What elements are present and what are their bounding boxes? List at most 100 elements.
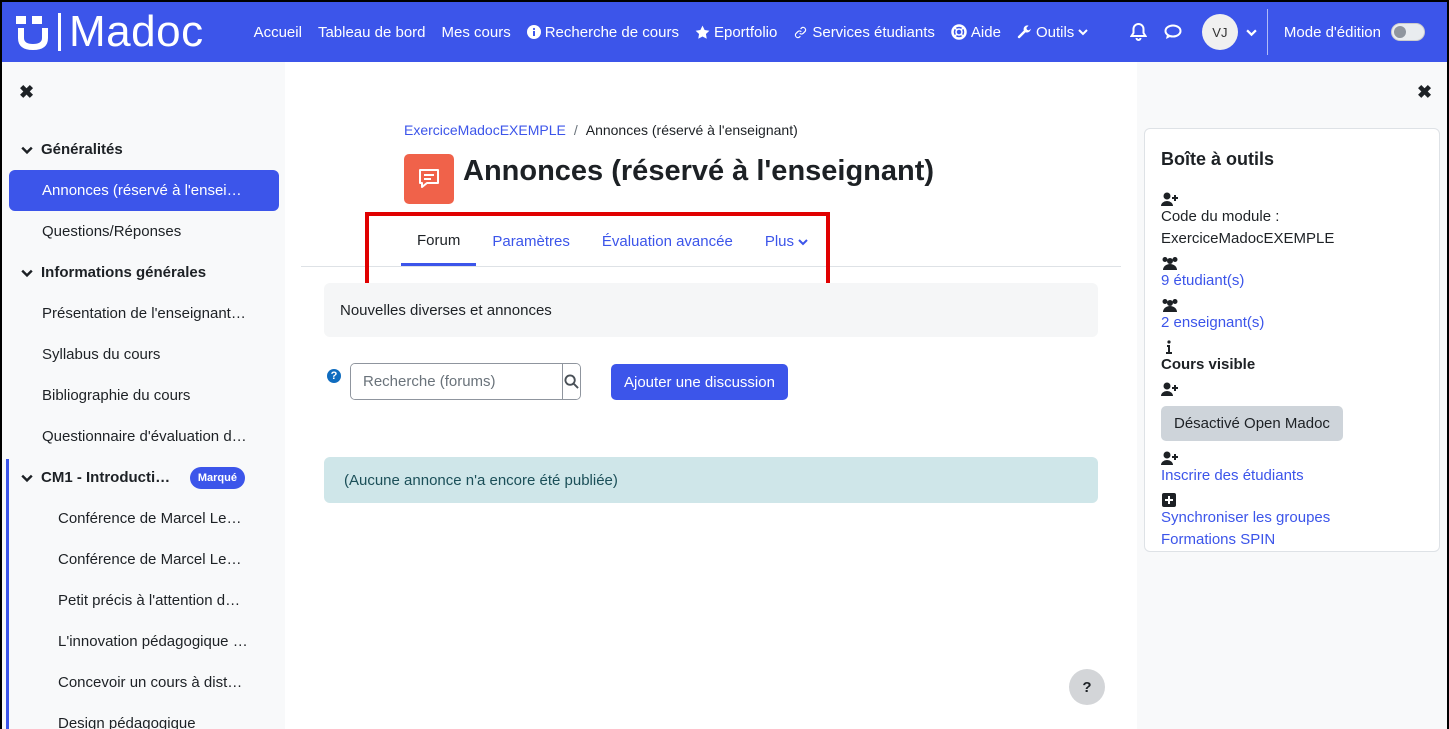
- edit-mode-toggle[interactable]: [1391, 23, 1425, 41]
- nav-accueil[interactable]: Accueil: [246, 24, 310, 41]
- user-plus-icon: [1161, 192, 1178, 206]
- help-question-icon[interactable]: ?: [327, 369, 341, 383]
- item-label: Syllabus du cours: [42, 346, 161, 363]
- item-label: Questionnaire d'évaluation du cours: [42, 428, 247, 445]
- course-index-item-questionnaire[interactable]: Questionnaire d'évaluation du cours: [9, 416, 279, 457]
- user-avatar[interactable]: VJ: [1201, 14, 1238, 50]
- help-fab-button[interactable]: ?: [1069, 669, 1105, 705]
- item-label: Annonces (réservé à l'enseignant): [42, 182, 247, 199]
- course-index-item-conference-1[interactable]: Conférence de Marcel Lebrun: [9, 498, 279, 539]
- notifications-bell-icon[interactable]: [1129, 22, 1149, 42]
- students-link[interactable]: 9 étudiant(s): [1161, 270, 1423, 292]
- item-label: Présentation de l'enseignant responsable: [42, 305, 247, 322]
- section-cm1[interactable]: CM1 - Introduction Marqué: [9, 457, 279, 498]
- course-visibility-status: Cours visible: [1161, 356, 1256, 373]
- madoc-logo[interactable]: Madoc: [16, 2, 204, 62]
- open-madoc-button[interactable]: Désactivé Open Madoc: [1161, 406, 1343, 441]
- chevron-down-icon: [1078, 29, 1089, 36]
- logo-mark-icon: [16, 16, 48, 50]
- info-icon: [1166, 340, 1172, 354]
- block-drawer: ✖ Boîte à outils Code du module : Exerci…: [1137, 62, 1447, 729]
- nav-eportfolio[interactable]: Eportfolio: [687, 24, 785, 41]
- nav-label: Mes cours: [441, 23, 511, 41]
- edit-mode-label: Mode d'édition: [1283, 23, 1381, 41]
- item-label: Petit précis à l'attention des enseignan…: [58, 592, 248, 609]
- chevron-down-icon[interactable]: [21, 472, 33, 484]
- breadcrumb-course-link[interactable]: ExerciceMadocEXEMPLE: [404, 122, 566, 138]
- logo-separator: [58, 13, 61, 51]
- toolbox-title: Boîte à outils: [1161, 149, 1275, 169]
- nav-label: Accueil: [253, 23, 302, 41]
- add-discussion-button[interactable]: Ajouter une discussion: [611, 364, 788, 400]
- item-label: Concevoir un cours à distance: [58, 674, 248, 691]
- breadcrumb-separator: /: [573, 122, 578, 138]
- nav-label: Recherche de cours: [544, 23, 679, 41]
- item-label: Questions/Réponses: [42, 223, 182, 240]
- nav-label: Tableau de bord: [317, 23, 426, 41]
- close-block-drawer-icon[interactable]: ✖: [1417, 82, 1432, 103]
- module-code-value: ExerciceMadocEXEMPLE: [1161, 230, 1335, 247]
- primary-navigation: Accueil Tableau de bord Mes cours Recher…: [246, 24, 1097, 41]
- item-label: Design pédagogique: [58, 715, 196, 729]
- nav-label: Outils: [1035, 23, 1075, 41]
- wrench-icon: [1017, 24, 1031, 38]
- course-index-item-questions[interactable]: Questions/Réponses: [9, 211, 279, 252]
- course-index-drawer: ✖ Généralités Annonces (réservé à l'ense…: [2, 62, 285, 729]
- enrol-students-link[interactable]: Inscrire des étudiants: [1161, 465, 1423, 487]
- course-index-item-petit-precis[interactable]: Petit précis à l'attention des enseignan…: [9, 580, 279, 621]
- course-index-item-concevoir[interactable]: Concevoir un cours à distance: [9, 662, 279, 703]
- section-generalites[interactable]: Généralités: [9, 129, 279, 170]
- breadcrumb: ExerciceMadocEXEMPLE / Annonces (réservé…: [404, 122, 798, 138]
- section-label: CM1 - Introduction: [41, 469, 173, 486]
- nav-aide[interactable]: Aide: [943, 24, 1009, 41]
- teachers-link[interactable]: 2 enseignant(s): [1161, 312, 1423, 334]
- empty-notice: (Aucune annonce n'a encore été publiée): [324, 457, 1098, 503]
- section-informations-generales[interactable]: Informations générales: [9, 252, 279, 293]
- navbar-divider: [1266, 9, 1268, 55]
- search-button[interactable]: [562, 364, 580, 399]
- plus-square-icon: [1162, 493, 1176, 507]
- user-menu-chevron-icon[interactable]: [1246, 27, 1257, 38]
- main-content: ExerciceMadocEXEMPLE / Annonces (réservé…: [285, 62, 1137, 729]
- forum-intro: Nouvelles diverses et annonces: [324, 283, 1098, 337]
- chevron-down-icon[interactable]: [21, 144, 33, 156]
- nav-tableau-de-bord[interactable]: Tableau de bord: [310, 24, 434, 41]
- forum-search: [350, 363, 581, 400]
- nav-mes-cours[interactable]: Mes cours: [434, 24, 519, 41]
- navbar-right: VJ Mode d'édition: [1122, 2, 1447, 62]
- nav-services-etudiants[interactable]: Services étudiants: [785, 24, 943, 41]
- course-index-item-syllabus[interactable]: Syllabus du cours: [9, 334, 279, 375]
- lifebuoy-icon: [951, 24, 967, 40]
- page-title: Annonces (réservé à l'enseignant): [463, 155, 935, 187]
- messages-chat-icon[interactable]: [1163, 22, 1183, 42]
- item-label: Bibliographie du cours: [42, 387, 191, 404]
- course-index-item-conference-2[interactable]: Conférence de Marcel Lebrun (suite): [9, 539, 279, 580]
- breadcrumb-current: Annonces (réservé à l'enseignant): [585, 122, 798, 138]
- nav-label: Aide: [970, 23, 1001, 41]
- nav-outils[interactable]: Outils: [1009, 24, 1096, 41]
- user-plus-icon: [1161, 451, 1178, 465]
- spin-trainings-link[interactable]: Formations SPIN: [1161, 529, 1423, 551]
- forum-activity-icon: [404, 154, 454, 204]
- close-course-index-icon[interactable]: ✖: [19, 82, 34, 103]
- course-index-item-bibliographie[interactable]: Bibliographie du cours: [9, 375, 279, 416]
- course-index-item-design[interactable]: Design pédagogique: [9, 703, 279, 729]
- highlighted-badge: Marqué: [189, 467, 245, 489]
- link-icon: [795, 26, 807, 38]
- annotation-highlight-box: [365, 212, 830, 289]
- user-plus-icon: [1161, 382, 1178, 396]
- search-input[interactable]: [351, 364, 562, 399]
- info-circle-icon: [526, 25, 541, 39]
- nav-recherche-de-cours[interactable]: Recherche de cours: [519, 24, 687, 41]
- nav-label: Eportfolio: [713, 23, 778, 41]
- course-index-item-annonces[interactable]: Annonces (réservé à l'enseignant): [9, 170, 279, 211]
- course-index-item-innovation[interactable]: L'innovation pédagogique en question: [9, 621, 279, 662]
- sync-groups-link[interactable]: Synchroniser les groupes: [1161, 507, 1423, 529]
- item-label: Conférence de Marcel Lebrun: [58, 510, 248, 527]
- chevron-down-icon[interactable]: [21, 267, 33, 279]
- brand-name: Madoc: [69, 7, 204, 56]
- course-index-item-presentation[interactable]: Présentation de l'enseignant responsable: [9, 293, 279, 334]
- star-icon: [695, 25, 710, 39]
- item-label: L'innovation pédagogique en question: [58, 633, 248, 650]
- toolbox-block: Boîte à outils Code du module : Exercice…: [1144, 128, 1440, 552]
